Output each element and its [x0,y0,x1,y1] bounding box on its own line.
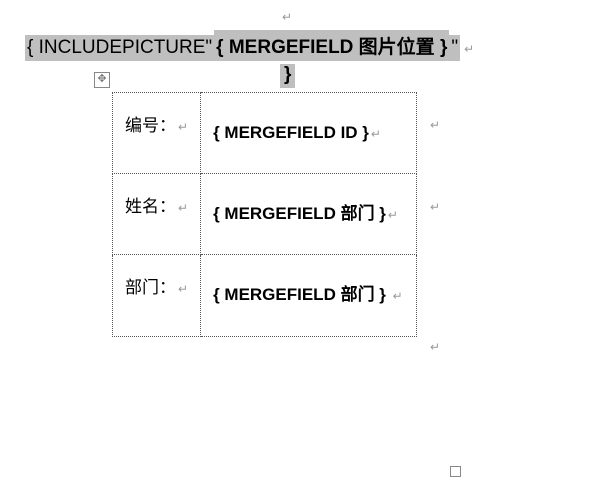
leading-paragraph-mark: ↵ [280,5,292,26]
cell-value-id[interactable]: { MERGEFIELD ID }↵ [201,93,417,174]
field-close-brace: } [280,64,295,88]
pilcrow-icon: ↵ [464,42,474,56]
table-resize-handle[interactable] [450,466,461,477]
field-mergefield-imagepos: { MERGEFIELD 图片位置 } [214,30,449,61]
mergefield-text: { MERGEFIELD ID } [213,123,369,142]
label-text: 编号： [125,116,176,135]
cell-label-dept[interactable]: 部门：↵ [113,255,201,336]
label-text: 部门： [125,278,176,297]
cell-label-id[interactable]: 编号：↵ [113,93,201,174]
pilcrow-icon: ↵ [282,10,292,24]
pilcrow-icon: ↵ [430,118,440,132]
field-includepicture-open: { INCLUDEPICTURE" [25,35,214,61]
pilcrow-icon: ↵ [178,120,188,134]
field-code-line-1[interactable]: { INCLUDEPICTURE"{ MERGEFIELD 图片位置 }" ↵ [25,30,474,61]
field-code-line-2[interactable]: } [280,64,295,88]
mergefield-text: { MERGEFIELD 部门 } [213,285,386,304]
table-row[interactable]: 部门：↵ { MERGEFIELD 部门 } ↵ [113,255,417,336]
pilcrow-icon: ↵ [178,282,188,296]
cell-value-dept[interactable]: { MERGEFIELD 部门 } ↵ [201,255,417,336]
data-table[interactable]: 编号：↵ { MERGEFIELD ID }↵ 姓名：↵ { MERGEFIEL… [112,92,417,337]
cell-value-name[interactable]: { MERGEFIELD 部门 }↵ [201,174,417,255]
pilcrow-icon: ↵ [430,340,440,354]
cell-label-name[interactable]: 姓名：↵ [113,174,201,255]
pilcrow-icon: ↵ [430,200,440,214]
table-row[interactable]: 姓名：↵ { MERGEFIELD 部门 }↵ [113,174,417,255]
table-move-handle[interactable]: ✥ [94,72,110,88]
pilcrow-icon: ↵ [388,208,398,222]
pilcrow-icon: ↵ [393,289,403,303]
table-row[interactable]: 编号：↵ { MERGEFIELD ID }↵ [113,93,417,174]
label-text: 姓名： [125,197,176,216]
mergefield-text: { MERGEFIELD 部门 } [213,204,386,223]
field-quote-close: " [449,35,460,61]
pilcrow-icon: ↵ [178,201,188,215]
pilcrow-icon: ↵ [371,127,381,141]
